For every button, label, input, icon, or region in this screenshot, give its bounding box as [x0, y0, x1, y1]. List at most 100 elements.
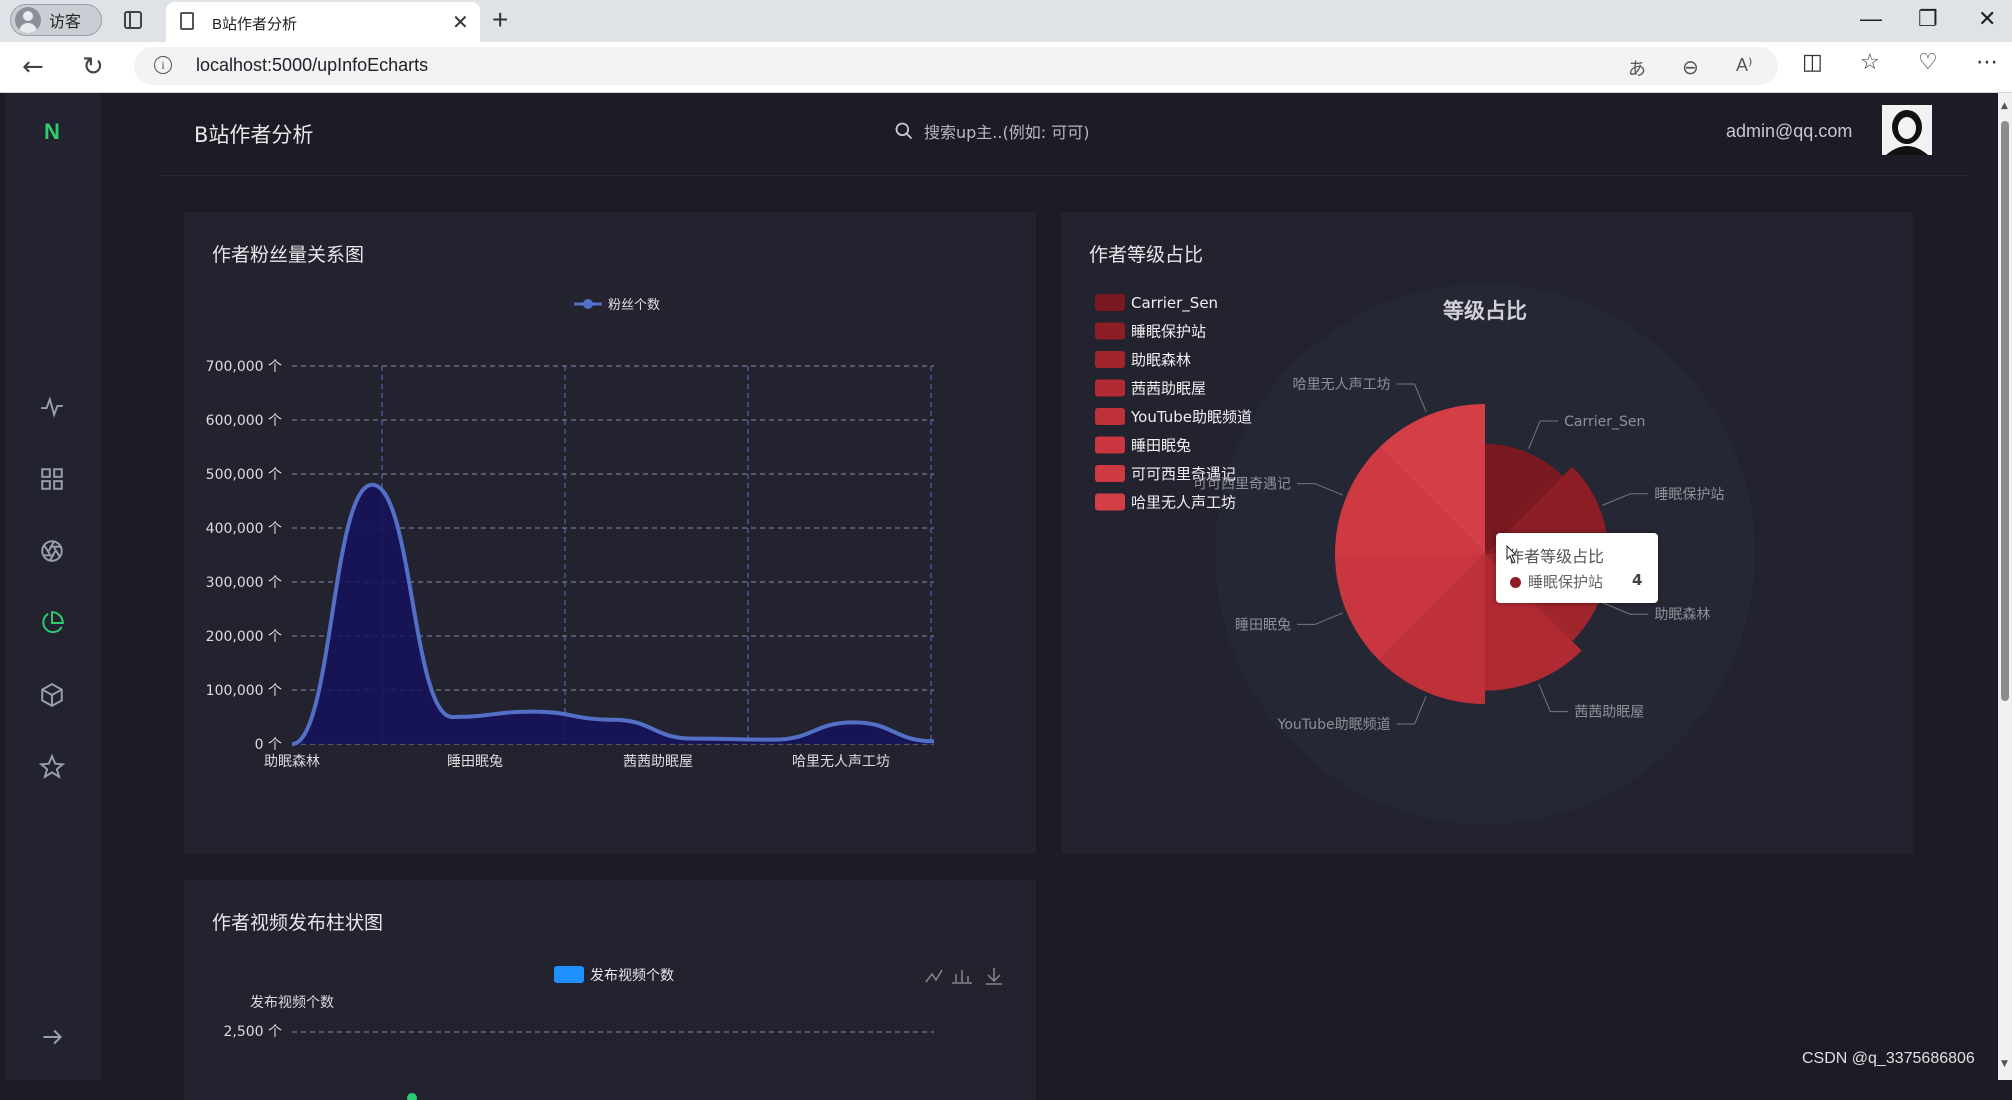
profile-avatar-icon [15, 7, 41, 33]
mouse-cursor-icon [1506, 545, 1518, 564]
search-box[interactable]: 搜索up主..(例如: 可可) [894, 119, 1089, 143]
fans-area [292, 484, 934, 744]
user-email[interactable]: admin@qq.com [1726, 121, 1852, 142]
zoom-icon[interactable]: ⊖ [1682, 55, 1699, 79]
download-icon [986, 968, 1002, 985]
fans-legend-marker [583, 299, 593, 309]
pie-legend-label: 哈里无人声工坊 [1131, 494, 1236, 512]
url-field[interactable]: i localhost:5000/upInfoEcharts あ ⊖ A⁾ [134, 47, 1778, 85]
pie-slice-label: Carrier_Sen [1564, 414, 1645, 430]
close-tab-icon[interactable]: ✕ [452, 10, 469, 35]
top-header: B站作者分析 搜索up主..(例如: 可可) admin@qq.com [158, 93, 1968, 176]
browser-essentials-icon[interactable]: ♡ [1918, 50, 1938, 75]
fans-legend-label: 粉丝个数 [608, 298, 660, 313]
window-close-icon[interactable]: ✕ [1978, 6, 1996, 32]
favorites-icon[interactable]: ☆ [1860, 50, 1880, 75]
fans-x-label: 睡田眠兔 [447, 754, 503, 770]
pie-tooltip: 作者等级占比 睡眠保护站 4 [1496, 533, 1658, 603]
new-tab-icon[interactable]: + [492, 4, 508, 36]
page-scrollbar[interactable]: ▲ ▼ [1998, 93, 2012, 1080]
pie-legend-swatch [1095, 493, 1125, 511]
pie-slice-label: 睡田眠兔 [1235, 617, 1291, 633]
fans-y-tick: 500,000 个 [206, 467, 282, 483]
sidebar-package-icon[interactable] [38, 681, 66, 709]
minimize-icon[interactable]: — [1860, 6, 1882, 32]
pie-legend-swatch [1095, 465, 1125, 482]
video-y-tick: 2,500 个 [223, 1024, 282, 1040]
pie-slice-label: 睡眠保护站 [1654, 487, 1724, 503]
line-view-icon [925, 969, 943, 983]
pie-legend-swatch [1095, 351, 1125, 368]
pie-legend-label: YouTube助眠频道 [1130, 408, 1252, 426]
scroll-down-icon[interactable]: ▼ [2001, 1059, 2008, 1069]
page-title: B站作者分析 [194, 123, 314, 147]
split-screen-icon[interactable]: ◫ [1802, 50, 1823, 75]
reload-icon[interactable]: ↻ [82, 52, 104, 82]
read-aloud-icon[interactable]: A⁾ [1736, 55, 1752, 76]
avatar[interactable] [1882, 105, 1932, 155]
logo[interactable]: N [44, 119, 60, 145]
sidebar-aperture-icon[interactable] [38, 537, 66, 565]
fans-x-label: 哈里无人声工坊 [792, 754, 890, 770]
tooltip-value: 4 [1632, 571, 1643, 589]
tab-title: B站作者分析 [212, 16, 298, 33]
fans-y-tick: 200,000 个 [206, 629, 282, 645]
sidebar-pie-chart-icon[interactable] [38, 609, 66, 637]
sidebar-grid-icon[interactable] [38, 465, 66, 493]
sidebar-star-icon[interactable] [38, 753, 66, 781]
video-legend-swatch [554, 966, 584, 983]
video-chart-card: 作者视频发布柱状图 发布视频个数 发布视频个数 2,500 个 [184, 880, 1036, 1100]
fans-y-tick: 400,000 个 [206, 521, 282, 537]
fans-x-label: 茜茜助眠屋 [623, 754, 693, 770]
pie-legend-label: 睡田眠兔 [1131, 437, 1191, 455]
pie-slice-label: 助眠森林 [1654, 607, 1710, 623]
pie-legend-swatch [1095, 408, 1125, 425]
pie-title: 等级占比 [1443, 299, 1527, 323]
video-bar-chart[interactable]: 发布视频个数发布视频个数2,500 个 [184, 880, 1036, 1100]
sidebar-activity-icon[interactable] [38, 393, 66, 421]
level-pie-chart[interactable]: 等级占比Carrier_Sen睡眠保护站助眠森林茜茜助眠屋YouTube助眠频道… [1061, 212, 1913, 854]
bar-view-icon [952, 970, 972, 984]
tab-actions-icon[interactable] [124, 11, 142, 29]
pie-legend-swatch [1095, 379, 1125, 397]
sidebar: N [6, 93, 101, 1080]
tooltip-dot [1510, 577, 1521, 588]
more-menu-icon[interactable]: ⋯ [1976, 50, 1998, 75]
pie-slice-label: 哈里无人声工坊 [1293, 377, 1391, 393]
fans-line-chart[interactable]: 粉丝个数 700,000 个 600,000 个 500,000 个 400,000 个… [184, 212, 1036, 854]
pie-legend-swatch [1095, 436, 1125, 454]
pie-slice-label: YouTube助眠频道 [1277, 717, 1391, 733]
scroll-up-icon[interactable]: ▲ [2001, 101, 2008, 111]
search-icon [895, 122, 913, 140]
sidebar-expand-icon[interactable] [38, 1023, 66, 1051]
profile-label: 访客 [49, 14, 82, 31]
restore-icon[interactable]: ❐ [1918, 6, 1938, 32]
tooltip-name: 睡眠保护站 [1528, 573, 1604, 591]
scrollbar-thumb[interactable] [2001, 121, 2009, 701]
fans-y-tick: 600,000 个 [206, 413, 282, 429]
browser-tab-bar: 访客 B站作者分析 ✕ + — ❐ ✕ [0, 0, 2012, 42]
pie-slice-label: 可可西里奇遇记 [1193, 476, 1291, 493]
app-root: N B站作者分析 搜索up主..(例如: 可可) admin@qq.com 作者… [6, 93, 1998, 1100]
fans-y-tick: 300,000 个 [206, 575, 282, 591]
browser-tab[interactable]: B站作者分析 ✕ [166, 2, 480, 42]
translate-icon[interactable]: あ [1628, 55, 1646, 81]
address-bar: ← ↻ i localhost:5000/upInfoEcharts あ ⊖ A… [0, 42, 2012, 93]
profile-button[interactable]: 访客 [10, 4, 102, 36]
fans-chart-card: 作者粉丝量关系图 粉丝个数 700,000 个 600,000 个 500,000 个… [184, 212, 1036, 854]
pie-legend-label: 茜茜助眠屋 [1131, 380, 1206, 398]
tooltip-title: 作者等级占比 [1508, 547, 1605, 566]
search-input[interactable]: 搜索up主..(例如: 可可) [924, 119, 1089, 143]
fans-y-tick: 0 个 [255, 737, 282, 753]
back-icon[interactable]: ← [22, 52, 44, 82]
url-text: localhost:5000/upInfoEcharts [196, 55, 429, 75]
site-info-icon[interactable]: i [154, 56, 172, 74]
fans-y-tick: 100,000 个 [206, 683, 282, 699]
watermark: CSDN @q_3375686806 [1802, 1050, 1975, 1067]
pie-legend-label: 助眠森林 [1131, 351, 1191, 369]
video-legend-label: 发布视频个数 [590, 968, 674, 984]
pie-legend-swatch [1095, 322, 1125, 340]
pie-slice-label: 茜茜助眠屋 [1574, 705, 1644, 721]
fans-x-label: 助眠森林 [264, 754, 320, 770]
pie-legend-label: 睡眠保护站 [1131, 323, 1206, 341]
